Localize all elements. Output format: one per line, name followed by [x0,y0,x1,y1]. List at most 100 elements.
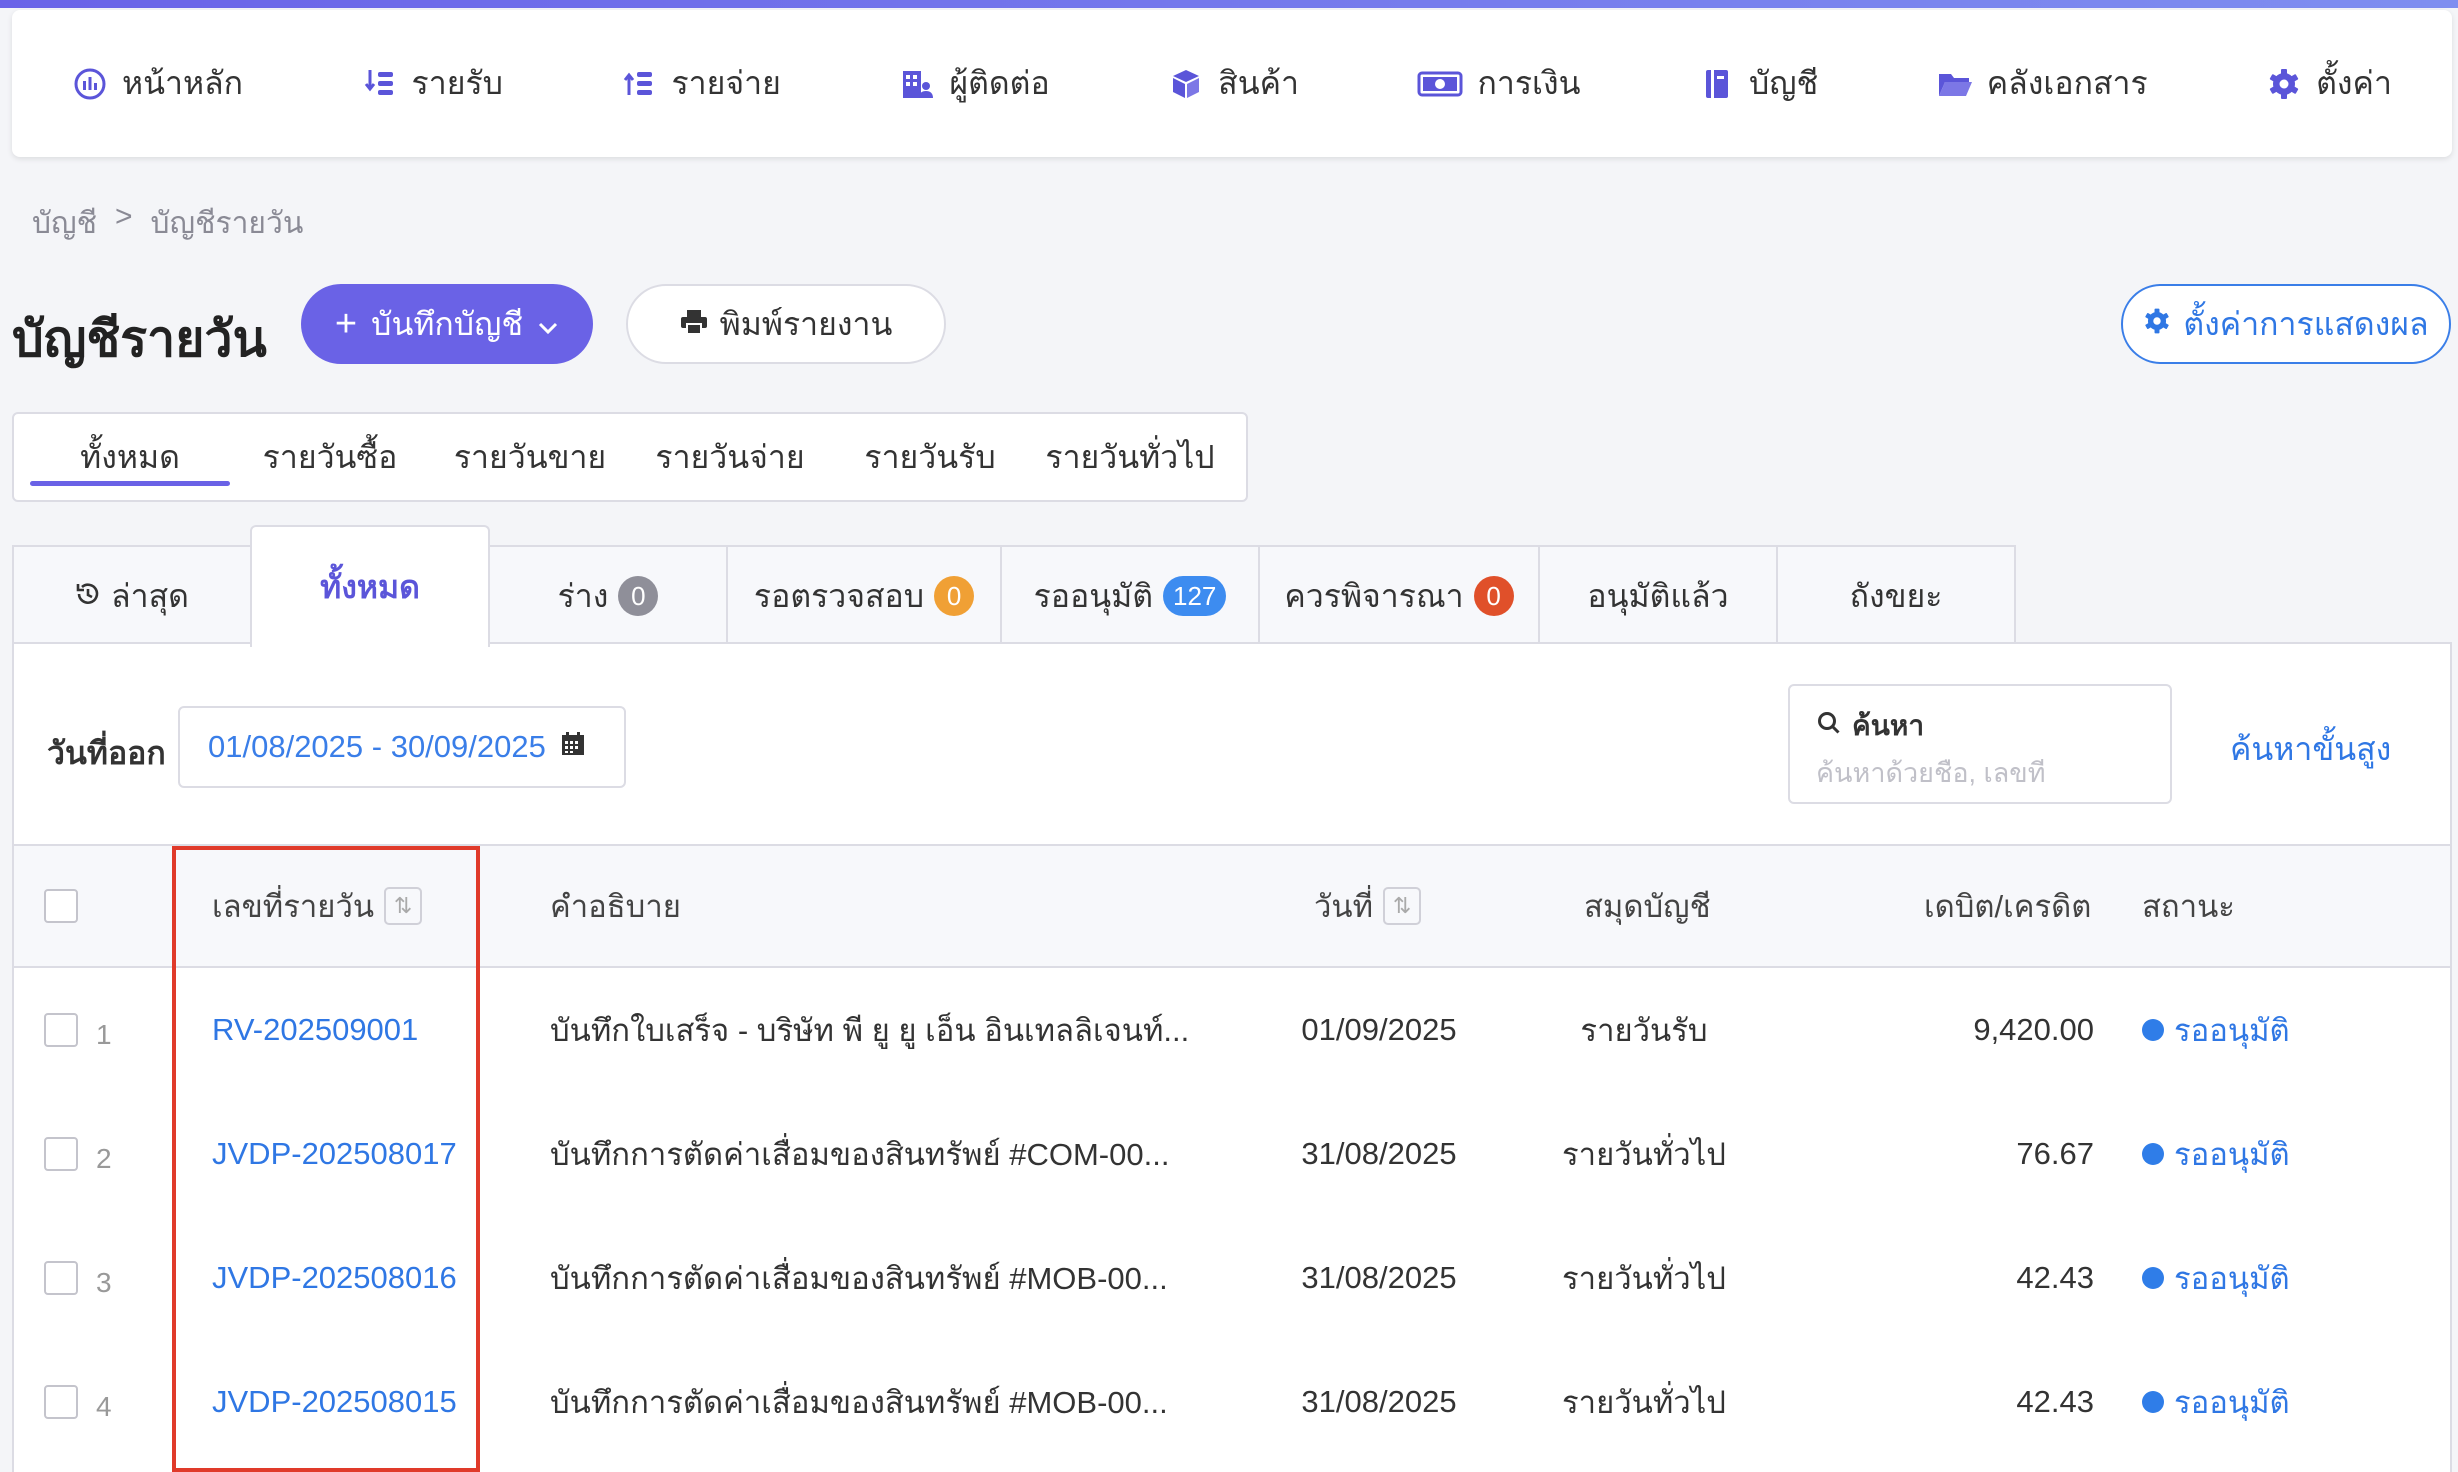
tab-all-status-label: ทั้งหมด [320,568,420,605]
tab-purchase-journal[interactable]: รายวันซื้อ [230,414,430,500]
search-input[interactable] [1816,758,2146,789]
row-status-cell: รออนุมัติ [2142,1340,2290,1464]
printer-icon [680,306,708,343]
record-entry-label: บันทึกบัญชี [371,305,524,342]
row-select-cell: 4 [44,1340,112,1464]
row-checkbox[interactable] [44,1385,78,1419]
tab-latest-label: ล่าสุด [111,577,189,614]
chevron-down-icon [537,306,559,343]
nav-expense[interactable]: รายจ่าย [601,58,800,109]
tab-approved[interactable]: อนุมัติแล้ว [1538,545,1778,645]
journal-number-link[interactable]: JVDP-202508016 [212,1260,457,1296]
nav-contacts[interactable]: ผู้ติดต่อ [879,58,1069,109]
tab-payment-journal[interactable]: รายวันจ่าย [630,414,830,500]
header-description: คำอธิบาย [550,889,681,924]
header-amount: เดบิต/เครดิต [1924,889,2092,924]
journal-number-link[interactable]: JVDP-202508015 [212,1384,457,1420]
nav-income[interactable]: รายรับ [342,58,523,109]
record-entry-button[interactable]: + บันทึกบัญชี [301,284,593,364]
header-book: สมุดบัญชี [1584,889,1711,924]
row-select-cell: 2 [44,1092,112,1216]
nav-settings[interactable]: ตั้งค่า [2246,58,2412,109]
search-icon [1816,710,1842,743]
table-row[interactable]: 3 JVDP-202508016 บันทึกการตัดค่าเสื่อมขอ… [14,1216,2450,1340]
row-date: 31/08/2025 [1301,1136,1457,1171]
row-description: บันทึกการตัดค่าเสื่อมของสินทรัพย์ #COM-0… [550,1137,1170,1172]
row-select-cell: 3 [44,1216,112,1340]
select-all-checkbox[interactable] [44,889,78,923]
row-status[interactable]: รออนุมัติ [2174,1129,2290,1179]
tab-receipt-journal[interactable]: รายวันรับ [830,414,1030,500]
row-date: 01/09/2025 [1301,1012,1457,1047]
date-range-picker[interactable]: 01/08/2025 - 30/09/2025 [178,706,626,788]
table-row[interactable]: 1 RV-202509001 บันทึกใบเสร็จ - บริษัท พี… [14,968,2450,1092]
tab-pending-approval[interactable]: รออนุมัติ 127 [1000,545,1260,645]
nav-finance[interactable]: การเงิน [1397,58,1600,109]
tab-latest[interactable]: ล่าสุด [12,545,252,645]
gear-icon [2266,66,2302,102]
nav-products[interactable]: สินค้า [1148,58,1319,109]
tab-trash-label: ถังขยะ [1849,577,1943,614]
calendar-icon [560,729,586,765]
journal-number-link[interactable]: RV-202509001 [212,1012,418,1048]
journal-number-link[interactable]: JVDP-202508017 [212,1136,457,1172]
money-icon [1417,66,1463,102]
row-status-cell: รออนุมัติ [2142,1216,2290,1340]
nav-dashboard[interactable]: หน้าหลัก [52,58,263,109]
table-row[interactable]: 2 JVDP-202508017 บันทึกการตัดค่าเสื่อมขอ… [14,1092,2450,1216]
nav-label: คลังเอกสาร [1986,65,2148,101]
tab-approved-label: อนุมัติแล้ว [1587,577,1729,614]
row-status[interactable]: รออนุมัติ [2174,1377,2290,1427]
nav-label: บัญชี [1748,65,1819,101]
tab-trash[interactable]: ถังขยะ [1776,545,2016,645]
tab-consider-label: ควรพิจารณา [1284,577,1464,614]
tab-all-types[interactable]: ทั้งหมด [30,414,230,500]
review-count-badge: 0 [934,576,975,616]
search-header: ค้นหา [1816,704,2144,748]
journal-table: เลขที่รายวัน ⇅ คำอธิบาย วันที่ ⇅ สมุดบัญ… [14,844,2450,1464]
search-box: ค้นหา [1788,684,2172,804]
row-checkbox[interactable] [44,1013,78,1047]
tab-sales-journal[interactable]: รายวันขาย [430,414,630,500]
status-dot-icon [2142,1267,2164,1289]
tab-all-status[interactable]: ทั้งหมด [250,525,490,647]
row-index: 1 [96,1019,112,1050]
dashboard-icon [72,66,108,102]
breadcrumb: บัญชี > บัญชีรายวัน [32,200,303,247]
top-accent-bar [0,0,2458,8]
issue-date-label: วันที่ออก [47,735,166,771]
row-date: 31/08/2025 [1301,1260,1457,1295]
print-report-button[interactable]: พิมพ์รายงาน [626,284,946,364]
page-title: บัญชีรายวัน [12,311,267,367]
display-settings-button[interactable]: ตั้งค่าการแสดงผล [2121,284,2451,364]
row-status-cell: รออนุมัติ [2142,1092,2290,1216]
table-row[interactable]: 4 JVDP-202508015 บันทึกการตัดค่าเสื่อมขอ… [14,1340,2450,1464]
row-book: รายวันทั่วไป [1562,1385,1726,1420]
tab-consider[interactable]: ควรพิจารณา 0 [1258,545,1540,645]
tab-general-journal[interactable]: รายวันทั่วไป [1030,414,1230,500]
row-amount: 42.43 [2016,1384,2094,1419]
tab-pending-review[interactable]: รอตรวจสอบ 0 [726,545,1002,645]
nav-documents[interactable]: คลังเอกสาร [1917,58,2168,109]
row-checkbox[interactable] [44,1137,78,1171]
sort-icon[interactable]: ⇅ [384,887,423,925]
nav-label: ผู้ติดต่อ [949,65,1050,101]
row-amount: 9,420.00 [1973,1012,2094,1047]
status-dot-icon [2142,1391,2164,1413]
row-description: บันทึกใบเสร็จ - บริษัท พี ยู ยู เอ็น อิน… [550,1013,1190,1048]
row-status[interactable]: รออนุมัติ [2174,1253,2290,1303]
nav-label: สินค้า [1218,65,1299,101]
breadcrumb-parent[interactable]: บัญชี [32,200,97,247]
folder-icon [1937,66,1973,102]
breadcrumb-separator: > [114,200,133,233]
tab-draft[interactable]: ร่าง 0 [488,545,728,645]
row-status[interactable]: รออนุมัติ [2174,1005,2290,1055]
expense-icon [621,66,657,102]
tab-pending-review-label: รอตรวจสอบ [753,577,925,614]
nav-accounting[interactable]: บัญชี [1679,58,1838,109]
history-icon [75,578,101,615]
row-checkbox[interactable] [44,1261,78,1295]
row-description: บันทึกการตัดค่าเสื่อมของสินทรัพย์ #MOB-0… [550,1261,1168,1296]
advanced-search-link[interactable]: ค้นหาขั้นสูง [2230,724,2391,775]
sort-icon[interactable]: ⇅ [1383,887,1422,925]
